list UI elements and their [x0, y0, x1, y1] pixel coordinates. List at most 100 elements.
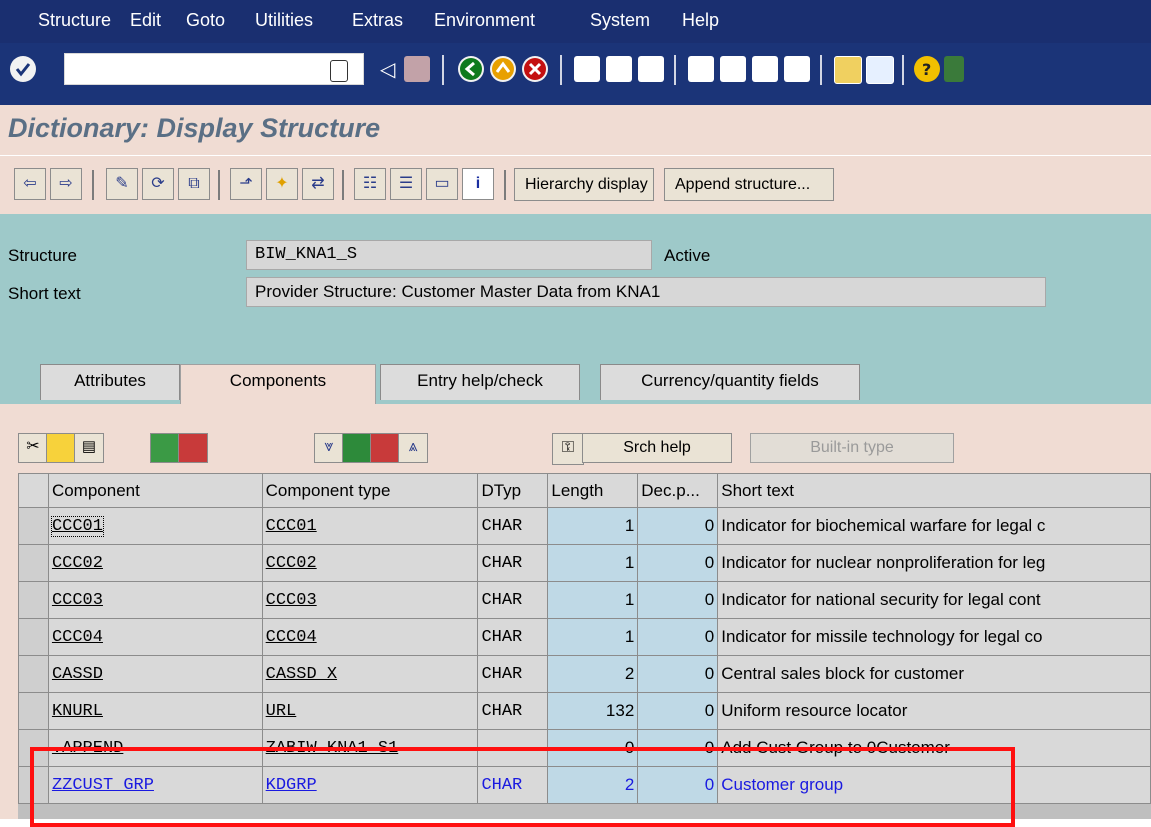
component-type[interactable]: CASSD_X — [266, 665, 337, 684]
documentation-icon[interactable]: ▭ — [426, 168, 458, 200]
check-icon[interactable]: ⬏ — [230, 168, 262, 200]
expand-icon[interactable] — [342, 433, 372, 463]
previous-page-icon[interactable] — [720, 56, 746, 82]
table-row: KNURL URL CHAR 132 0 Uniform resource lo… — [18, 692, 1151, 730]
back-arrow-icon[interactable]: ⇦ — [14, 168, 46, 200]
select-all-cell[interactable] — [18, 473, 49, 508]
component-cell[interactable]: CCC03 — [47, 581, 263, 619]
menu-help[interactable]: Help — [682, 10, 719, 31]
menu-extras[interactable]: Extras — [352, 10, 403, 31]
display-change-icon[interactable]: ✎ — [106, 168, 138, 200]
component-type-cell[interactable]: CCC01 — [261, 507, 479, 545]
menu-environment[interactable]: Environment — [434, 10, 535, 31]
decimal-places-cell: 0 — [637, 655, 719, 693]
component-name[interactable]: CCC03 — [52, 591, 103, 610]
tab-entry-help-check[interactable]: Entry help/check — [380, 364, 580, 400]
tab-strip: Attributes Components Entry help/check C… — [0, 364, 1151, 405]
short-text-field[interactable]: Provider Structure: Customer Master Data… — [246, 277, 1046, 307]
component-type[interactable]: CCC03 — [266, 591, 317, 610]
hierarchy-display-button[interactable]: Hierarchy display — [514, 168, 654, 201]
column-header-short-text[interactable]: Short text — [717, 473, 1151, 508]
search-help-button[interactable]: Srch help — [582, 433, 732, 463]
component-type[interactable]: CCC01 — [266, 517, 317, 536]
cancel-icon[interactable] — [522, 56, 548, 82]
first-page-icon[interactable] — [688, 56, 714, 82]
move-up-icon[interactable]: ⩓ — [398, 433, 428, 463]
row-selector[interactable] — [18, 507, 49, 545]
find-next-icon[interactable] — [638, 56, 664, 82]
component-type-cell[interactable]: URL — [261, 692, 479, 730]
tab-components[interactable]: Components — [180, 364, 376, 405]
row-selector[interactable] — [18, 655, 49, 693]
component-type-cell[interactable]: CCC02 — [261, 544, 479, 582]
column-header-decimal-places[interactable]: Dec.p... — [637, 473, 719, 508]
collapse-icon[interactable] — [370, 433, 400, 463]
tab-currency-quantity-fields[interactable]: Currency/quantity fields — [600, 364, 860, 400]
activate-icon[interactable]: ✦ — [266, 168, 298, 200]
cut-icon[interactable]: ✂ — [18, 433, 48, 463]
component-type-cell[interactable]: CCC03 — [261, 581, 479, 619]
row-selector[interactable] — [18, 618, 49, 656]
component-type-cell[interactable]: CCC04 — [261, 618, 479, 656]
paste-icon[interactable]: ▤ — [74, 433, 104, 463]
menu-structure[interactable]: Structure — [38, 10, 111, 31]
row-selector[interactable] — [18, 544, 49, 582]
forward-arrow-icon[interactable]: ⇨ — [50, 168, 82, 200]
column-header-component-type[interactable]: Component type — [261, 473, 479, 508]
component-cell[interactable]: CASSD — [47, 655, 263, 693]
back-arrow-icon[interactable]: ◁ — [380, 57, 395, 82]
separator — [902, 55, 904, 85]
navigation-window-icon[interactable]: ☰ — [390, 168, 422, 200]
where-used-icon[interactable]: ⇄ — [302, 168, 334, 200]
print-icon[interactable] — [574, 56, 600, 82]
back-icon[interactable] — [458, 56, 484, 82]
component-name[interactable]: KNURL — [52, 702, 103, 721]
other-object-icon[interactable]: ⧉ — [178, 168, 210, 200]
component-type[interactable]: CCC02 — [266, 554, 317, 573]
menu-goto[interactable]: Goto — [186, 10, 225, 31]
insert-row-icon[interactable] — [150, 433, 180, 463]
move-down-icon[interactable]: ⩔ — [314, 433, 344, 463]
exit-icon[interactable] — [490, 56, 516, 82]
layout-menu-icon[interactable] — [944, 56, 964, 82]
enter-icon[interactable] — [10, 56, 36, 82]
menu-system[interactable]: System — [590, 10, 650, 31]
tab-attributes[interactable]: Attributes — [40, 364, 180, 400]
last-page-icon[interactable] — [784, 56, 810, 82]
key-icon[interactable]: ⚿ — [552, 433, 584, 465]
column-header-length[interactable]: Length — [547, 473, 639, 508]
row-selector[interactable] — [18, 692, 49, 730]
create-session-icon[interactable] — [834, 56, 862, 84]
component-cell[interactable]: CCC04 — [47, 618, 263, 656]
object-list-icon[interactable]: ☷ — [354, 168, 386, 200]
component-type[interactable]: URL — [266, 702, 297, 721]
find-icon[interactable] — [606, 56, 632, 82]
menu-edit[interactable]: Edit — [130, 10, 161, 31]
append-structure-button[interactable]: Append structure... — [664, 168, 834, 201]
structure-field[interactable]: BIW_KNA1_S — [246, 240, 652, 270]
copy-icon[interactable] — [46, 433, 76, 463]
info-icon[interactable]: i — [462, 168, 494, 200]
active-inactive-icon[interactable]: ⟳ — [142, 168, 174, 200]
command-field[interactable] — [64, 53, 364, 85]
component-name[interactable]: CCC01 — [50, 515, 104, 537]
component-cell[interactable]: CCC02 — [47, 544, 263, 582]
next-page-icon[interactable] — [752, 56, 778, 82]
component-name[interactable]: CCC02 — [52, 554, 103, 573]
component-name[interactable]: CASSD — [52, 665, 103, 684]
create-shortcut-icon[interactable] — [866, 56, 894, 84]
column-header-dtyp[interactable]: DTyp — [477, 473, 549, 508]
component-cell[interactable]: KNURL — [47, 692, 263, 730]
help-icon[interactable]: ? — [914, 56, 940, 82]
save-icon[interactable] — [404, 56, 430, 82]
row-selector[interactable] — [18, 581, 49, 619]
component-type-cell[interactable]: CASSD_X — [261, 655, 479, 693]
delete-row-icon[interactable] — [178, 433, 208, 463]
component-name[interactable]: CCC04 — [52, 628, 103, 647]
built-in-type-button[interactable]: Built-in type — [750, 433, 954, 463]
menu-utilities[interactable]: Utilities — [255, 10, 313, 31]
column-header-component[interactable]: Component — [47, 473, 263, 508]
component-cell[interactable]: CCC01 — [47, 507, 263, 545]
component-type[interactable]: CCC04 — [266, 628, 317, 647]
command-history-icon[interactable] — [330, 60, 348, 82]
